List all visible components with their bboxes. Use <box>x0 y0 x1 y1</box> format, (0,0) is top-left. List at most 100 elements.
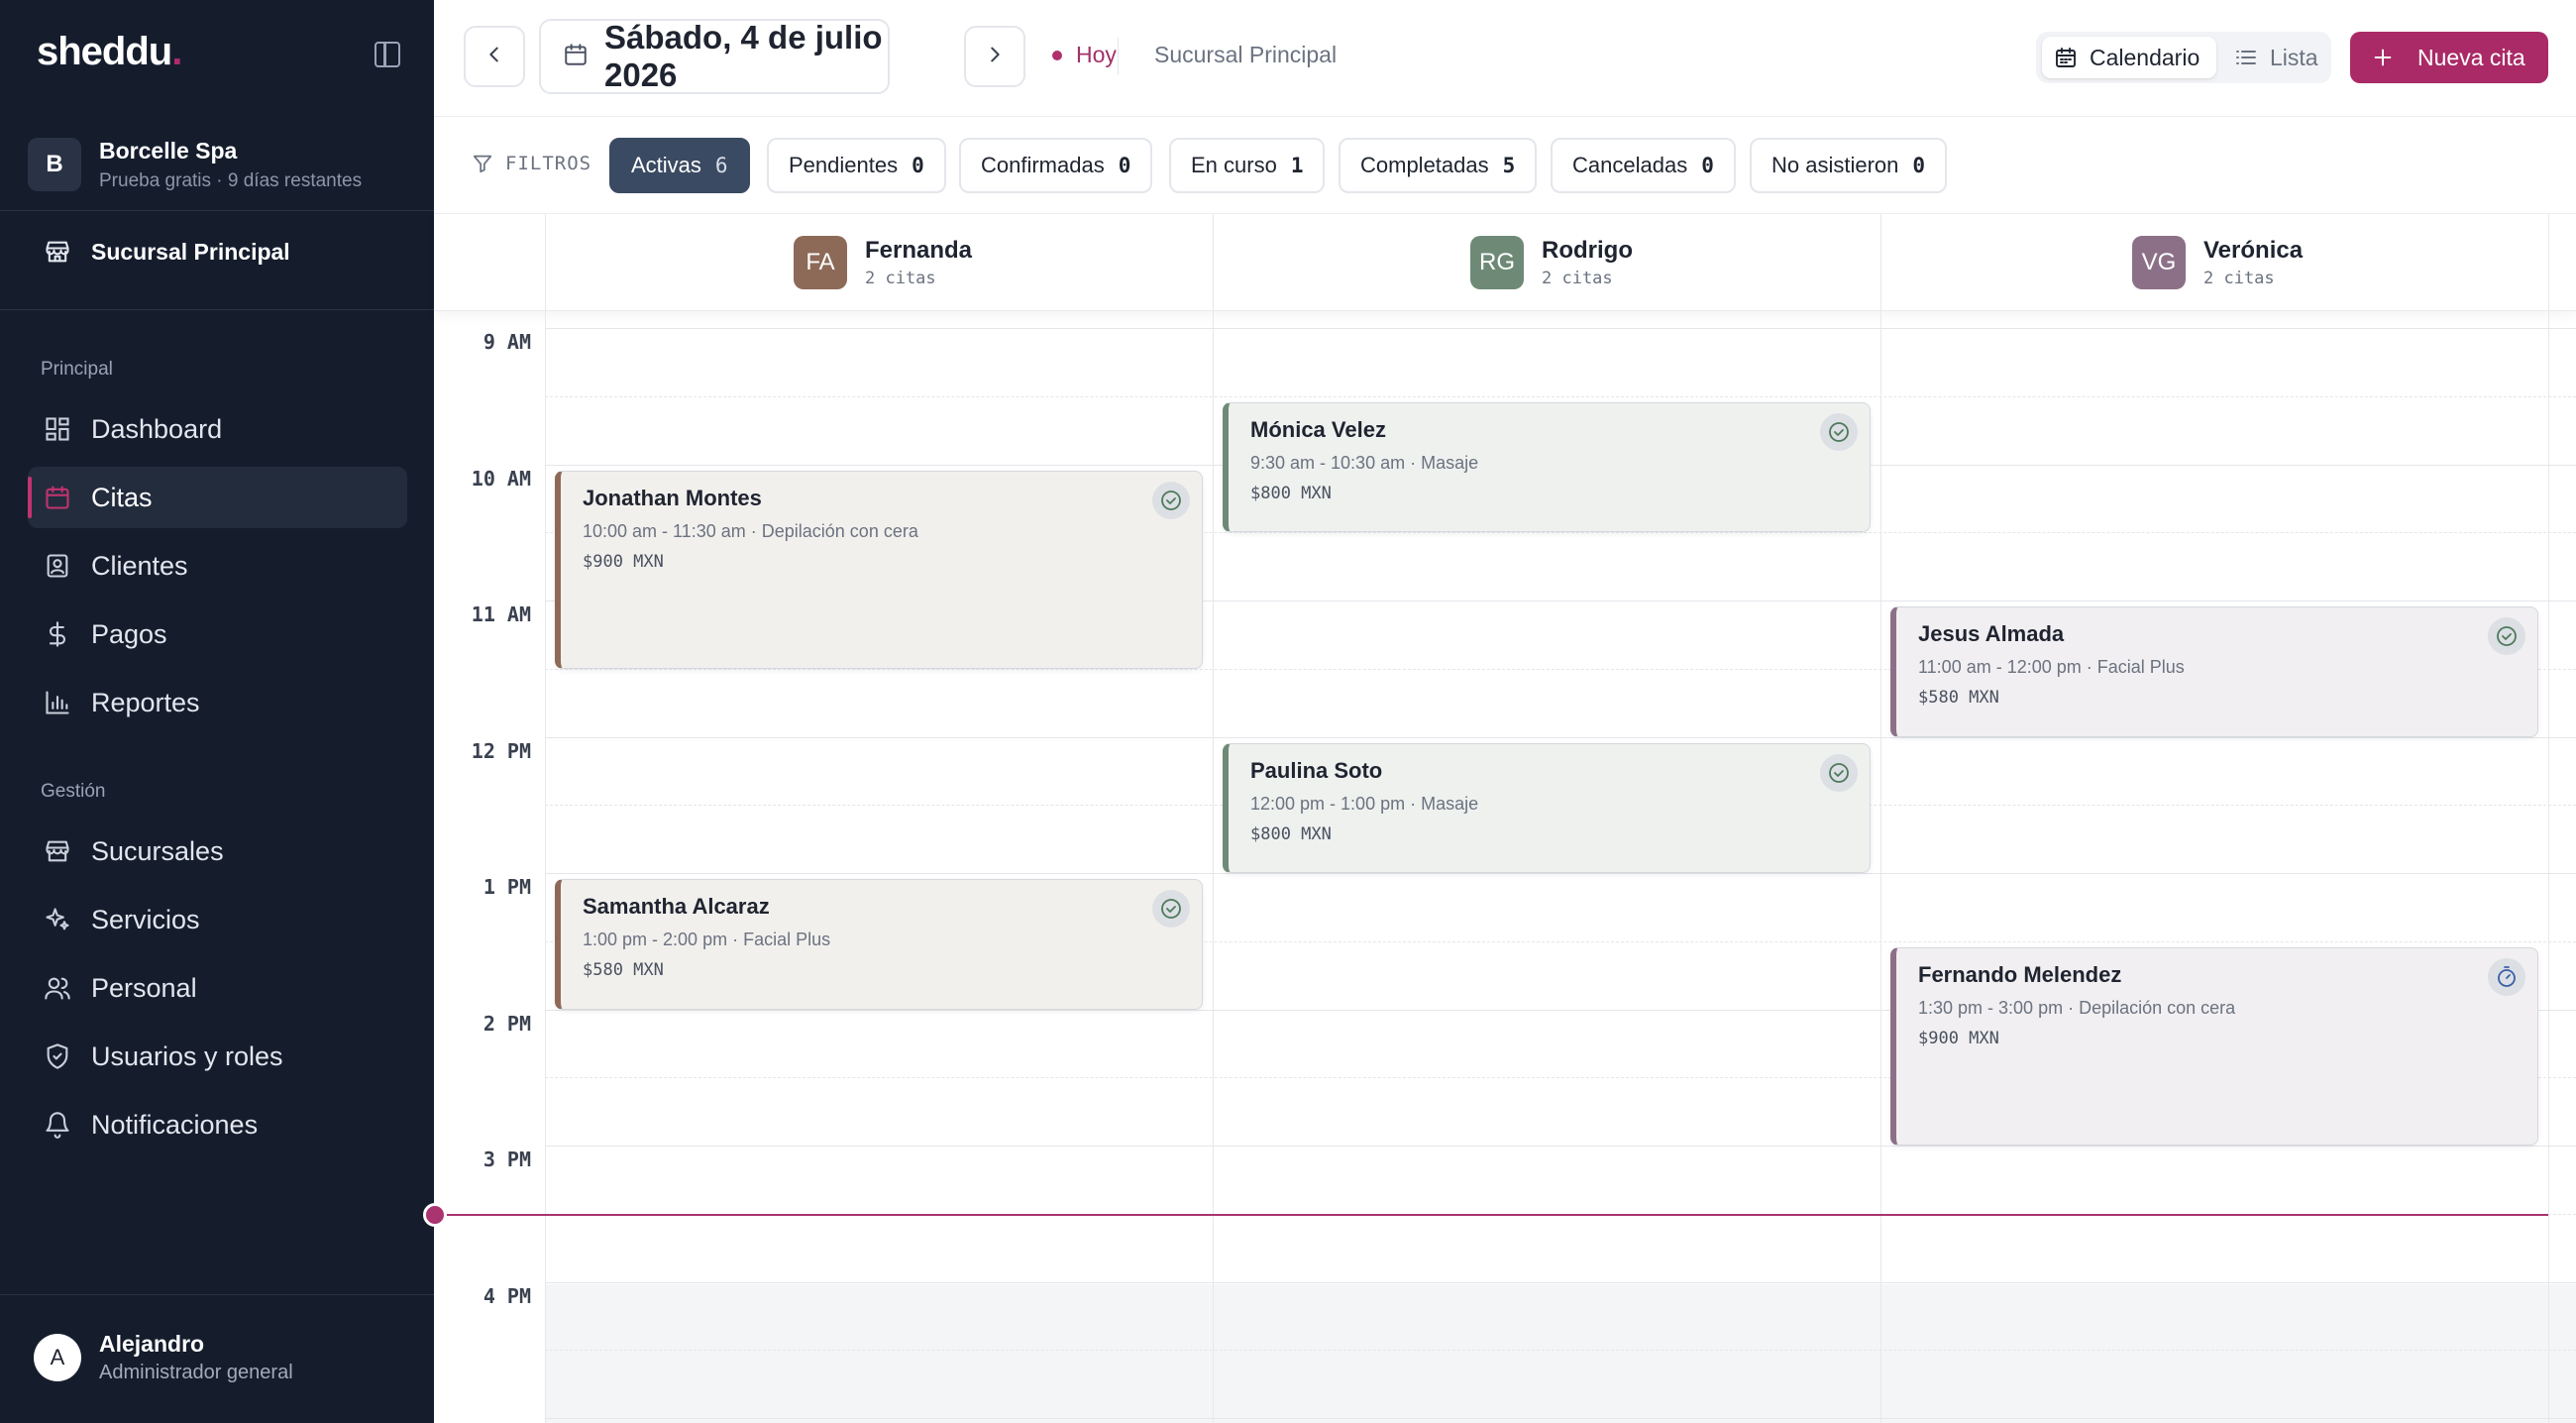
nav-item-sucursales[interactable]: Sucursales <box>28 821 407 882</box>
divider <box>0 210 434 211</box>
staff-column-header[interactable]: VG Verónica 2 citas <box>2132 236 2303 289</box>
hour-gridline <box>545 736 2576 738</box>
check-circle-icon[interactable] <box>1152 890 1190 928</box>
nav-label: Dashboard <box>91 413 223 444</box>
nav-item-clientes[interactable]: Clientes <box>28 535 407 597</box>
nav-section-title: Gestión <box>41 781 106 802</box>
hour-label: 4 PM <box>483 1283 531 1308</box>
check-circle-icon[interactable] <box>2488 617 2525 655</box>
view-list-label: Lista <box>2270 44 2318 70</box>
nav-label: Citas <box>91 482 153 512</box>
appointment-card[interactable]: Mónica Velez 9:30 am - 10:30 am · Masaje $… <box>1223 401 1871 533</box>
nav-label: Clientes <box>91 550 188 581</box>
appointment-card[interactable]: Jesus Almada 11:00 am - 12:00 pm · Facial… <box>1890 606 2538 737</box>
appointment-time-service: 11:00 am - 12:00 pm · Facial Plus <box>1918 657 2185 677</box>
appointment-time-service: 1:00 pm - 2:00 pm · Facial Plus <box>583 930 831 949</box>
sparkles-icon <box>44 906 71 933</box>
user-name: Alejandro <box>99 1331 205 1357</box>
nav-item-servicios[interactable]: Servicios <box>28 889 407 950</box>
app-logo[interactable]: sheddu. <box>37 30 182 74</box>
staff-name: Rodrigo <box>1542 237 1633 264</box>
appointment-card[interactable]: Paulina Soto 12:00 pm - 1:00 pm · Masaje $… <box>1223 742 1871 873</box>
user-menu[interactable]: A Alejandro Administrador general <box>34 1331 293 1384</box>
nav-item-citas[interactable]: Citas <box>28 467 407 528</box>
divider <box>0 1294 434 1295</box>
staff-avatar: FA <box>794 236 847 289</box>
branch-name: Sucursal Principal <box>91 238 290 265</box>
sidebar-toggle-icon[interactable] <box>375 42 400 67</box>
nav-label: Personal <box>91 972 197 1003</box>
filter-bar: FILTROS Activas 6 Pendientes 0 Confirmadas… <box>434 117 2576 214</box>
filter-chip-canceladas[interactable]: Canceladas 0 <box>1551 138 1736 193</box>
appointment-card[interactable]: Jonathan Montes 10:00 am - 11:30 am · Dep… <box>555 470 1203 669</box>
nav-item-pagos[interactable]: Pagos <box>28 603 407 665</box>
nav-label: Usuarios y roles <box>91 1040 283 1071</box>
current-time-line <box>434 1213 2548 1216</box>
nav-label: Pagos <box>91 618 167 649</box>
bar-chart-icon <box>44 689 71 716</box>
check-circle-icon[interactable] <box>1820 753 1858 792</box>
new-appointment-button[interactable]: Nueva cita <box>2350 32 2548 83</box>
appointment-client: Jesus Almada <box>1918 621 2065 646</box>
shield-icon <box>44 1042 71 1070</box>
staff-column-header[interactable]: FA Fernanda 2 citas <box>794 236 972 289</box>
chevron-right-icon <box>984 44 1006 70</box>
appointment-card[interactable]: Samantha Alcaraz 1:00 pm - 2:00 pm · Faci… <box>555 879 1203 1010</box>
filter-chip-no-asistieron[interactable]: No asistieron 0 <box>1750 138 1948 193</box>
hour-label: 10 AM <box>471 466 531 491</box>
after-hours-area <box>545 1284 2576 1423</box>
nav-item-dashboard[interactable]: Dashboard <box>28 398 407 460</box>
appointment-price: $800 MXN <box>1250 483 1332 503</box>
nav-item-reportes[interactable]: Reportes <box>28 672 407 733</box>
users-icon <box>44 974 71 1002</box>
view-calendar-label: Calendario <box>2090 44 2200 70</box>
filter-chip-pendientes[interactable]: Pendientes 0 <box>767 138 946 193</box>
hour-label: 2 PM <box>483 1011 531 1036</box>
half-hour-gridline <box>545 1350 2576 1352</box>
date-picker[interactable]: Sábado, 4 de julio 2026 <box>539 19 890 94</box>
timer-icon[interactable] <box>2488 957 2525 996</box>
today-button[interactable]: Hoy <box>1052 42 1117 68</box>
hour-gridline <box>545 328 2576 329</box>
filter-icon <box>472 153 493 174</box>
next-day-button[interactable] <box>964 26 1025 87</box>
calendar-icon <box>563 42 589 72</box>
current-branch: Sucursal Principal <box>1154 42 1338 67</box>
appointment-card[interactable]: Fernando Melendez 1:30 pm - 3:00 pm · Dep… <box>1890 946 2538 1146</box>
divider <box>0 309 434 310</box>
nav-label: Sucursales <box>91 835 224 866</box>
check-circle-icon[interactable] <box>1820 412 1858 451</box>
appointment-time-service: 1:30 pm - 3:00 pm · Depilación con cera <box>1918 997 2236 1018</box>
appointment-time-service: 10:00 am - 11:30 am · Depilación con cer… <box>583 520 918 541</box>
staff-name: Fernanda <box>865 237 973 264</box>
avatar: A <box>34 1334 81 1381</box>
filter-chip-completadas[interactable]: Completadas 5 <box>1339 138 1538 193</box>
appointment-price: $900 MXN <box>1918 1028 1999 1048</box>
staff-header: FA Fernanda 2 citas RG Rodrigo 2 citas V… <box>434 214 2576 311</box>
filter-chip-activas[interactable]: Activas 6 <box>609 138 750 193</box>
check-circle-icon[interactable] <box>1152 481 1190 519</box>
org-switcher[interactable]: B Borcelle Spa Prueba gratis · 9 días re… <box>28 136 362 193</box>
filter-chip-confirmadas[interactable]: Confirmadas 0 <box>959 138 1153 193</box>
sidebar: sheddu. B Borcelle Spa Prueba gratis · 9… <box>0 0 434 1423</box>
branch-selector[interactable]: Sucursal Principal <box>44 238 290 266</box>
plus-icon <box>2372 47 2394 68</box>
view-toggle: Calendario Lista <box>2036 32 2331 83</box>
nav-label: Servicios <box>91 904 200 934</box>
hour-label: 11 AM <box>471 602 531 626</box>
nav-item-usuarios-roles[interactable]: Usuarios y roles <box>28 1026 407 1087</box>
hour-gridline <box>545 873 2576 874</box>
contacts-icon <box>44 552 71 580</box>
divider <box>1118 38 1119 75</box>
hour-label: 3 PM <box>483 1148 531 1171</box>
list-icon <box>2234 46 2258 69</box>
prev-day-button[interactable] <box>464 26 525 87</box>
nav-item-notificaciones[interactable]: Notificaciones <box>28 1094 407 1155</box>
view-calendar-button[interactable]: Calendario <box>2042 37 2216 78</box>
view-list-button[interactable]: Lista <box>2234 37 2318 78</box>
appointment-time-service: 12:00 pm - 1:00 pm · Masaje <box>1250 793 1479 814</box>
filter-chip-en-curso[interactable]: En curso 1 <box>1169 138 1326 193</box>
staff-column-header[interactable]: RG Rodrigo 2 citas <box>1470 236 1633 289</box>
staff-appointment-count: 2 citas <box>865 269 936 288</box>
nav-item-personal[interactable]: Personal <box>28 957 407 1019</box>
